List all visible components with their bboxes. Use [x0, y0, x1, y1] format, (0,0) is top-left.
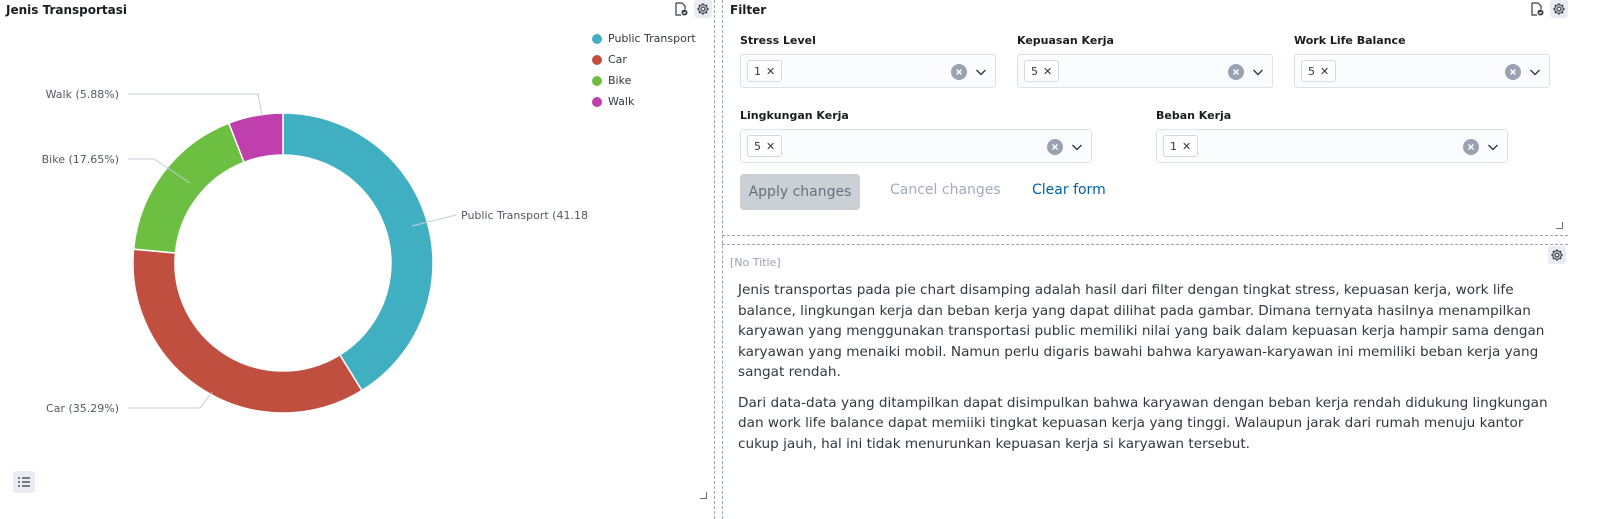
legend-swatch: [592, 96, 602, 107]
chevron-down-icon[interactable]: [1252, 65, 1264, 83]
slice-label: Bike (17.65%): [42, 153, 119, 166]
legend-swatch: [592, 33, 602, 44]
legend-label: Walk: [608, 95, 635, 108]
pill-value: 1: [1170, 139, 1177, 153]
control-lingkungan-kerja: Lingkungan Kerja 5 ✕: [740, 109, 1092, 163]
slice-label: Public Transport (41.18: [461, 209, 588, 222]
legend-swatch: [592, 54, 602, 65]
kepuasan-kerja-combobox[interactable]: 5 ✕: [1017, 54, 1273, 88]
document-check-icon[interactable]: [1528, 0, 1546, 18]
gear-icon[interactable]: [1550, 0, 1568, 18]
cross-icon[interactable]: ✕: [1043, 65, 1052, 78]
slice-label-line: [128, 93, 263, 117]
panel-divider: [722, 244, 1568, 245]
pill-value: 5: [1308, 64, 1315, 78]
legend-item[interactable]: Public Transport: [592, 28, 696, 49]
legend-item[interactable]: Car: [592, 49, 696, 70]
legend-swatch: [592, 75, 602, 86]
chevron-down-icon[interactable]: [975, 65, 987, 83]
control-label: Lingkungan Kerja: [740, 109, 849, 122]
markdown-panel: [No Title] Jenis transportas pada pie ch…: [730, 246, 1604, 519]
chart-legend: Public Transport Car Bike Walk: [592, 28, 696, 112]
clear-icon[interactable]: [1505, 64, 1521, 80]
pie-slice-car[interactable]: [132, 248, 363, 414]
control-label: Beban Kerja: [1156, 109, 1232, 122]
chevron-down-icon[interactable]: [1487, 140, 1499, 158]
pie-slice-public-transport[interactable]: [282, 112, 434, 392]
pie-slice-bike[interactable]: [132, 122, 245, 254]
legend-item[interactable]: Walk: [592, 91, 696, 112]
selected-value-pill: 1 ✕: [1163, 135, 1199, 157]
resize-handle[interactable]: [1556, 222, 1563, 229]
markdown-content: Jenis transportas pada pie chart disampi…: [738, 280, 1550, 464]
cross-icon[interactable]: ✕: [1182, 140, 1191, 153]
pill-value: 5: [1031, 64, 1038, 78]
slice-label-line: [128, 391, 213, 409]
cross-icon[interactable]: ✕: [1320, 65, 1329, 78]
clear-icon[interactable]: [1047, 139, 1063, 155]
control-stress-level: Stress Level 1 ✕: [740, 34, 996, 88]
beban-kerja-combobox[interactable]: 1 ✕: [1156, 129, 1508, 163]
selected-value-pill: 1 ✕: [747, 60, 783, 82]
pill-value: 5: [754, 139, 761, 153]
legend-item[interactable]: Bike: [592, 70, 696, 91]
legend-label: Car: [608, 53, 627, 66]
control-work-life-balance: Work Life Balance 5 ✕: [1294, 34, 1550, 88]
stress-level-combobox[interactable]: 1 ✕: [740, 54, 996, 88]
selected-value-pill: 5 ✕: [1301, 60, 1337, 82]
clear-icon[interactable]: [1463, 139, 1479, 155]
selected-value-pill: 5 ✕: [747, 135, 783, 157]
chevron-down-icon[interactable]: [1529, 65, 1541, 83]
pill-value: 1: [754, 64, 761, 78]
resize-handle[interactable]: [700, 492, 707, 499]
cross-icon[interactable]: ✕: [766, 140, 775, 153]
gear-icon[interactable]: [1548, 246, 1566, 264]
chevron-down-icon[interactable]: [1071, 140, 1083, 158]
control-beban-kerja: Beban Kerja 1 ✕: [1156, 109, 1508, 163]
clear-icon[interactable]: [951, 64, 967, 80]
clear-icon[interactable]: [1228, 64, 1244, 80]
control-kepuasan-kerja: Kepuasan Kerja 5 ✕: [1017, 34, 1273, 88]
legend-label: Bike: [608, 74, 632, 87]
cross-icon[interactable]: ✕: [766, 65, 775, 78]
list-icon[interactable]: [13, 471, 35, 493]
control-label: Stress Level: [740, 34, 816, 47]
panel-title: Filter: [730, 3, 767, 17]
apply-changes-button[interactable]: Apply changes: [740, 174, 860, 210]
chart-panel: Jenis Transportasi Public Transport (41.…: [0, 0, 724, 512]
slice-label: Car (35.29%): [46, 402, 119, 415]
paragraph: Dari data-data yang ditampilkan dapat di…: [738, 394, 1548, 452]
control-label: Work Life Balance: [1294, 34, 1406, 47]
control-label: Kepuasan Kerja: [1017, 34, 1114, 47]
lingkungan-kerja-combobox[interactable]: 5 ✕: [740, 129, 1092, 163]
paragraph: Jenis transportas pada pie chart disampi…: [738, 282, 1545, 380]
cancel-changes-button[interactable]: Cancel changes: [890, 182, 1001, 198]
work-life-balance-combobox[interactable]: 5 ✕: [1294, 54, 1550, 88]
panel-divider: [722, 0, 723, 519]
slice-label: Walk (5.88%): [46, 88, 119, 101]
clear-form-button[interactable]: Clear form: [1032, 182, 1106, 198]
panel-title: [No Title]: [730, 256, 781, 269]
legend-label: Public Transport: [608, 32, 696, 45]
filter-panel: Filter Stress Level 1 ✕ Kepuasan Kerja 5 ✕…: [730, 0, 1604, 242]
panel-divider: [722, 235, 1568, 236]
panel-divider: [714, 0, 715, 519]
selected-value-pill: 5 ✕: [1024, 60, 1060, 82]
